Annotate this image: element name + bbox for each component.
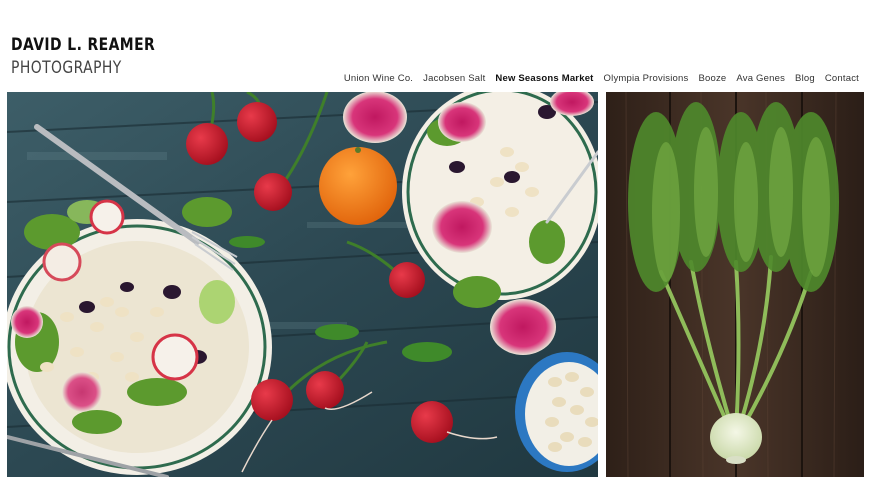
nav-item-new-seasons-market[interactable]: New Seasons Market [495,73,593,84]
nav-item-ava-genes[interactable]: Ava Genes [736,73,785,84]
nav-item-booze[interactable]: Booze [698,73,726,84]
logo-name: DAVID L. REAMER [11,35,156,55]
nav-item-jacobsen-salt[interactable]: Jacobsen Salt [423,73,485,84]
nav-item-contact[interactable]: Contact [825,73,859,84]
salad-photo-image [7,92,598,477]
main-nav: Union Wine Co. Jacobsen Salt New Seasons… [344,73,859,84]
main-photo[interactable] [7,92,598,477]
fennel-photo-image [606,92,864,477]
nav-item-union-wine[interactable]: Union Wine Co. [344,73,413,84]
logo-subtitle: PHOTOGRAPHY [11,58,122,78]
nav-item-blog[interactable]: Blog [795,73,815,84]
site-logo[interactable]: DAVID L. REAMER PHOTOGRAPHY [11,37,187,77]
side-photo[interactable] [606,92,864,477]
nav-item-olympia-provisions[interactable]: Olympia Provisions [604,73,689,84]
